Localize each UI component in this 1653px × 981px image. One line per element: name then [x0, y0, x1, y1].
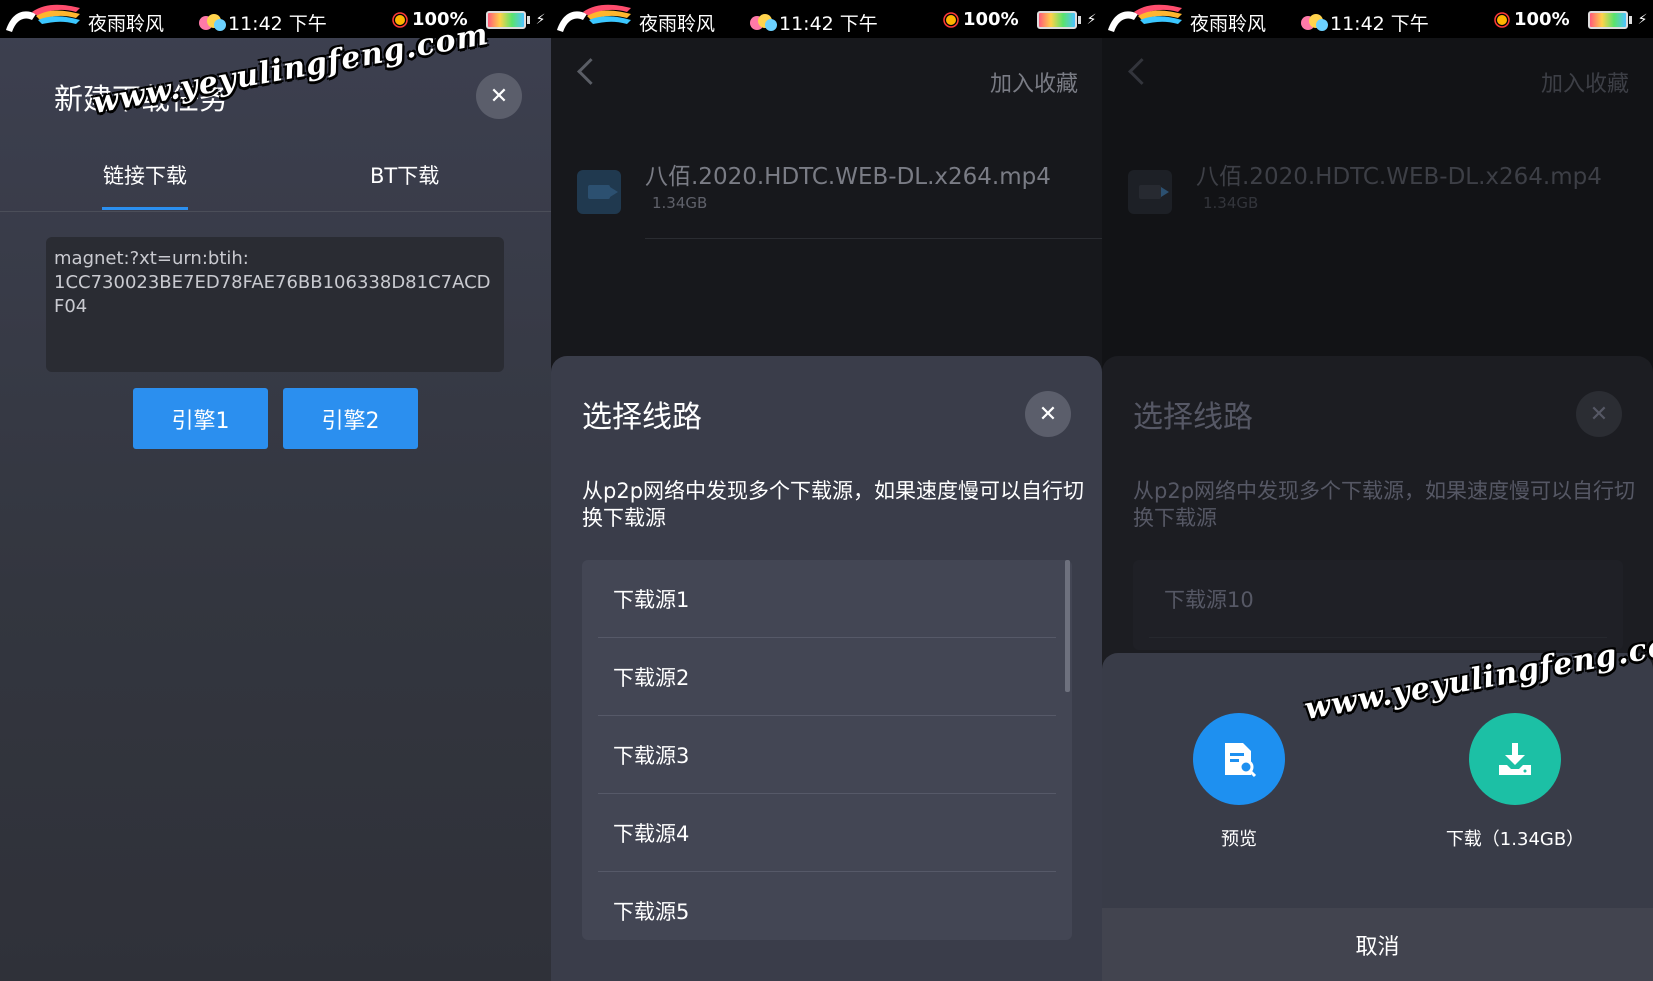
- battery-status: 100% ⚡: [943, 9, 1096, 30]
- download-button[interactable]: [1469, 713, 1561, 805]
- close-button: ✕: [1576, 391, 1622, 437]
- source-list: 下载源10: [1133, 560, 1623, 650]
- tab-link-download[interactable]: 链接下载: [103, 160, 187, 190]
- clock: 11:42 下午: [749, 9, 878, 36]
- battery-icon: [485, 10, 530, 29]
- back-arrow-icon: [1128, 58, 1155, 85]
- balloon-icon: [750, 13, 777, 31]
- list-item[interactable]: 下载源2: [582, 638, 1072, 716]
- preview-file-icon: [1225, 743, 1257, 778]
- new-task-screen: 夜雨聆风 11:42 下午 100% ⚡ 新建下载任务 ✕ 链接下载 BT下载 …: [0, 0, 551, 981]
- list-item[interactable]: 下载源4: [582, 794, 1072, 872]
- clock: 11:42 下午: [198, 9, 327, 36]
- carrier-name: 夜雨聆风: [88, 13, 165, 35]
- file-size: 1.34GB: [1203, 194, 1259, 212]
- sun-icon: [392, 11, 408, 28]
- back-arrow-icon[interactable]: [577, 58, 604, 85]
- carrier-name: 夜雨聆风: [1190, 13, 1267, 35]
- battery-status: 100% ⚡: [1494, 9, 1647, 30]
- horse-logo-icon: [557, 4, 631, 32]
- source-list: 下载源1 下载源2 下载源3 下载源4 下载源5: [582, 560, 1072, 940]
- sun-icon: [943, 11, 959, 28]
- divider: [645, 238, 1102, 239]
- sheet-description: 从p2p网络中发现多个下载源，如果速度慢可以自行切换下载源: [1133, 479, 1636, 530]
- balloon-icon: [199, 13, 226, 31]
- engine-1-button[interactable]: 引擎1: [133, 388, 268, 449]
- sheet-title: 选择线路: [582, 400, 702, 435]
- sheet-title: 选择线路: [1133, 400, 1253, 435]
- scrollbar[interactable]: [1065, 560, 1070, 692]
- close-button[interactable]: ✕: [1025, 391, 1071, 437]
- preview-button[interactable]: [1193, 713, 1285, 805]
- file-name: 八佰.2020.HDTC.WEB-DL.x264.mp4: [645, 164, 1051, 190]
- add-favorite-button: 加入收藏: [1540, 72, 1629, 97]
- choose-route-screen: 夜雨聆风 11:42 下午 100% ⚡ 加入收藏 八佰.2020.HDTC.W…: [551, 0, 1102, 981]
- close-icon: ✕: [1589, 401, 1609, 427]
- download-icon: [1499, 743, 1531, 775]
- preview-label: 预览: [1221, 829, 1257, 850]
- charging-icon: ⚡: [1637, 11, 1648, 28]
- engine-2-button[interactable]: 引擎2: [283, 388, 418, 449]
- list-item: 下载源10: [1133, 560, 1623, 638]
- carrier-name: 夜雨聆风: [639, 13, 716, 35]
- horse-logo-icon: [1108, 4, 1182, 32]
- battery-icon: [1036, 10, 1081, 29]
- close-icon: ✕: [1038, 401, 1058, 427]
- horse-logo-icon: [6, 4, 80, 32]
- status-bar: 夜雨聆风 11:42 下午 100% ⚡: [1102, 0, 1653, 38]
- magnet-link-input[interactable]: magnet:?xt=urn:btih: 1CC730023BE7ED78FAE…: [46, 237, 504, 372]
- cancel-button[interactable]: 取消: [1102, 908, 1653, 981]
- list-item[interactable]: 下载源5: [582, 872, 1072, 940]
- route-sheet: 选择线路 ✕ 从p2p网络中发现多个下载源，如果速度慢可以自行切换下载源 下载源…: [551, 356, 1102, 981]
- close-button[interactable]: ✕: [476, 73, 522, 119]
- close-icon: ✕: [489, 83, 509, 109]
- list-item[interactable]: 下载源1: [582, 560, 1072, 638]
- balloon-icon: [1301, 13, 1328, 31]
- sun-icon: [1494, 11, 1510, 28]
- divider: [0, 211, 551, 212]
- video-file-icon: [1128, 170, 1172, 214]
- sheet-description: 从p2p网络中发现多个下载源，如果速度慢可以自行切换下载源: [582, 479, 1085, 530]
- tab-indicator: [102, 207, 188, 210]
- video-file-icon: [577, 170, 621, 214]
- clock: 11:42 下午: [1300, 9, 1429, 36]
- download-action-screen: 夜雨聆风 11:42 下午 100% ⚡ 加入收藏 八佰.2020.HDTC.W…: [1102, 0, 1653, 981]
- list-item[interactable]: 下载源3: [582, 716, 1072, 794]
- charging-icon: ⚡: [535, 11, 546, 28]
- battery-icon: [1587, 10, 1632, 29]
- file-name: 八佰.2020.HDTC.WEB-DL.x264.mp4: [1196, 164, 1602, 190]
- tab-bt-download[interactable]: BT下载: [370, 160, 439, 190]
- download-label: 下载（1.34GB）: [1445, 829, 1585, 850]
- file-size: 1.34GB: [652, 194, 708, 212]
- charging-icon: ⚡: [1086, 11, 1097, 28]
- status-bar: 夜雨聆风 11:42 下午 100% ⚡: [551, 0, 1102, 38]
- add-favorite-button[interactable]: 加入收藏: [990, 66, 1078, 98]
